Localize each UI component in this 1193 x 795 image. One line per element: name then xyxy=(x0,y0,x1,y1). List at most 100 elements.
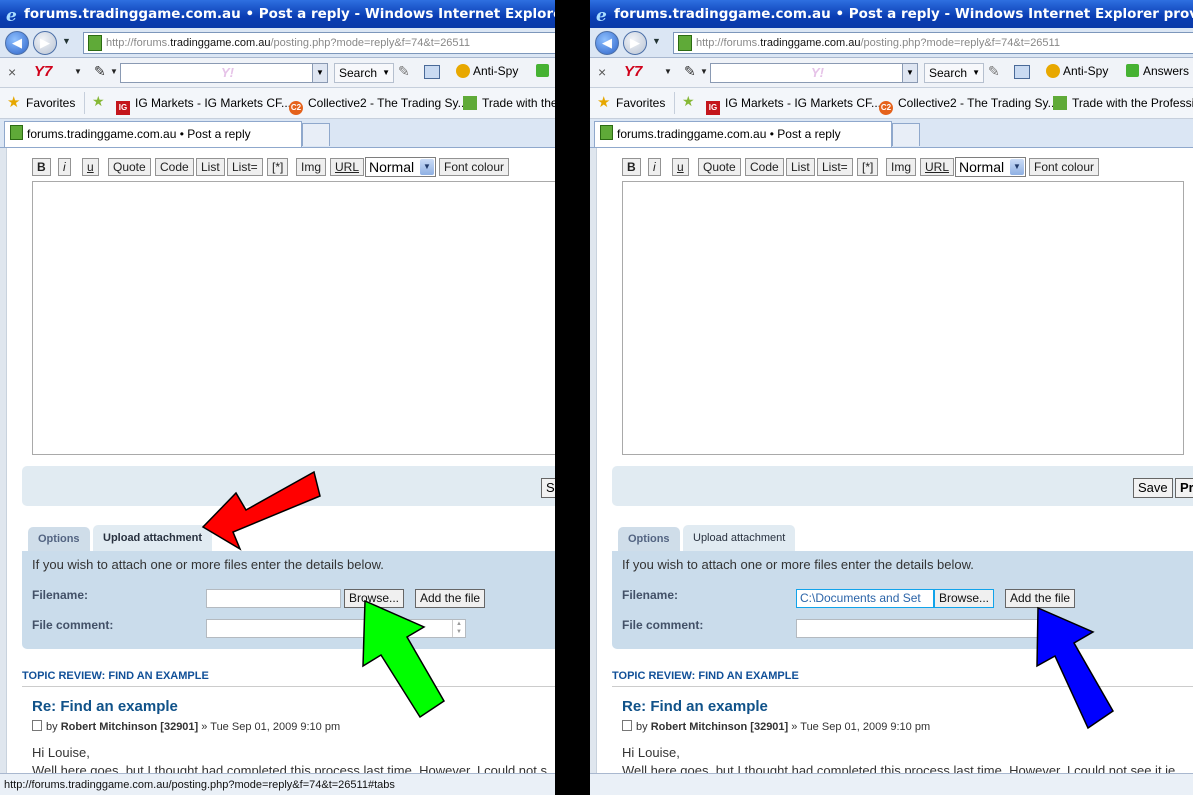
italic-button[interactable]: i xyxy=(58,158,71,176)
url-button[interactable]: URL xyxy=(330,158,365,176)
favorites-button[interactable]: Favorites xyxy=(616,96,665,110)
status-bar: http://forums.tradinggame.com.au/posting… xyxy=(0,773,555,795)
post-author[interactable]: Robert Mitchinson [32901] xyxy=(61,721,199,733)
browser-tab[interactable]: forums.tradinggame.com.au • Post a reply xyxy=(4,121,302,147)
list-item-button[interactable]: [*] xyxy=(267,158,289,176)
favorite-link-trade[interactable]: Trade with the xyxy=(463,96,555,110)
new-tab-button[interactable] xyxy=(892,123,920,146)
browse-button[interactable]: Browse... xyxy=(934,589,995,608)
chevron-down-icon[interactable]: ▼ xyxy=(312,64,327,82)
ie-logo-icon: e xyxy=(596,6,607,26)
toolbar-search-input[interactable]: Y! ▼ xyxy=(710,63,918,83)
font-size-select[interactable]: Normal ▼ xyxy=(365,157,436,177)
browser-tab[interactable]: forums.tradinggame.com.au • Post a reply xyxy=(594,121,892,147)
chevron-down-icon[interactable]: ▼ xyxy=(382,64,390,82)
answers-button[interactable] xyxy=(536,64,553,78)
layout-icon[interactable] xyxy=(424,65,440,79)
underline-button[interactable]: u xyxy=(672,158,689,176)
back-button[interactable]: ◀ xyxy=(595,31,619,55)
pencil-icon[interactable]: ✎ xyxy=(684,63,696,80)
favorite-link-ig[interactable]: IG IG Markets - IG Markets CF... xyxy=(116,96,291,115)
close-toolbar-icon[interactable]: × xyxy=(8,64,16,80)
address-input[interactable]: http://forums.tradinggame.com.au/posting… xyxy=(83,32,555,54)
post-author[interactable]: Robert Mitchinson [32901] xyxy=(651,721,789,733)
antispy-button[interactable]: Anti-Spy xyxy=(456,64,518,78)
img-button[interactable]: Img xyxy=(886,158,917,176)
toolbar-search-input[interactable]: Y! ▼ xyxy=(120,63,328,83)
highlight-icon[interactable]: ✎ xyxy=(988,63,1000,80)
quote-button[interactable]: Quote xyxy=(698,158,741,176)
list-button[interactable]: List xyxy=(786,158,815,176)
font-colour-button[interactable]: Font colour xyxy=(439,158,510,176)
code-button[interactable]: Code xyxy=(745,158,784,176)
history-dropdown-icon[interactable]: ▼ xyxy=(62,36,71,46)
pencil-icon[interactable]: ✎ xyxy=(94,63,106,80)
list-ordered-button[interactable]: List= xyxy=(817,158,853,176)
answers-button[interactable]: Answers xyxy=(1126,64,1189,78)
yahoo-search-logo: Y! xyxy=(221,65,234,80)
preview-button[interactable]: Pr xyxy=(1175,478,1193,498)
window-titlebar: e forums.tradinggame.com.au • Post a repl… xyxy=(0,0,555,28)
chevron-down-icon[interactable]: ▼ xyxy=(972,64,980,82)
favorites-button[interactable]: Favorites xyxy=(26,96,75,110)
list-button[interactable]: List xyxy=(196,158,225,176)
font-colour-button[interactable]: Font colour xyxy=(1029,158,1100,176)
list-item-button[interactable]: [*] xyxy=(857,158,879,176)
toolbar-search-button[interactable]: Search ▼ xyxy=(334,63,395,83)
chevron-down-icon[interactable]: ▼ xyxy=(110,67,118,76)
back-button[interactable]: ◀ xyxy=(5,31,29,55)
yahoo7-logo[interactable]: Y7 xyxy=(624,63,642,80)
tab-upload-attachment[interactable]: Upload attachment xyxy=(683,525,796,552)
history-dropdown-icon[interactable]: ▼ xyxy=(652,36,661,46)
underline-button[interactable]: u xyxy=(82,158,99,176)
url-button[interactable]: URL xyxy=(920,158,955,176)
save-button[interactable]: Save xyxy=(1133,478,1173,498)
bold-button[interactable]: B xyxy=(32,158,51,176)
toolbar-search-button[interactable]: Search ▼ xyxy=(924,63,985,83)
post-title[interactable]: Re: Find an example xyxy=(622,698,768,715)
new-tab-button[interactable] xyxy=(302,123,330,146)
favorite-link-collective2[interactable]: C2 Collective2 - The Trading Sy... xyxy=(879,96,1058,115)
save-button[interactable]: S xyxy=(541,478,555,498)
tab-options[interactable]: Options xyxy=(28,527,90,551)
bold-button[interactable]: B xyxy=(622,158,641,176)
add-favorite-icon[interactable]: ★ xyxy=(92,93,105,110)
tab-options[interactable]: Options xyxy=(618,527,680,551)
layout-icon[interactable] xyxy=(1014,65,1030,79)
favorite-link-collective2[interactable]: C2 Collective2 - The Trading Sy... xyxy=(289,96,468,115)
quote-button[interactable]: Quote xyxy=(108,158,151,176)
message-textarea[interactable] xyxy=(622,181,1184,455)
forward-button[interactable]: ▶ xyxy=(33,31,57,55)
list-ordered-button[interactable]: List= xyxy=(227,158,263,176)
file-comment-input[interactable]: ▲ ▼ xyxy=(206,619,466,638)
favorite-link-trade[interactable]: Trade with the Professiona xyxy=(1053,96,1193,110)
page-icon xyxy=(10,125,23,140)
file-comment-input[interactable] xyxy=(796,619,1056,638)
highlight-icon[interactable]: ✎ xyxy=(398,63,410,80)
chevron-down-icon[interactable]: ▼ xyxy=(902,64,917,82)
antispy-button[interactable]: Anti-Spy xyxy=(1046,64,1108,78)
chevron-down-icon[interactable]: ▼ xyxy=(664,67,672,76)
forward-button[interactable]: ▶ xyxy=(623,31,647,55)
tab-upload-attachment[interactable]: Upload attachment xyxy=(93,525,213,552)
italic-button[interactable]: i xyxy=(648,158,661,176)
filename-input[interactable] xyxy=(206,589,341,608)
browse-button[interactable]: Browse... xyxy=(344,589,405,608)
post-icon xyxy=(32,720,42,731)
add-file-button[interactable]: Add the file xyxy=(415,589,486,608)
address-input[interactable]: http://forums.tradinggame.com.au/posting… xyxy=(673,32,1193,54)
code-button[interactable]: Code xyxy=(155,158,194,176)
close-toolbar-icon[interactable]: × xyxy=(598,64,606,80)
add-favorite-icon[interactable]: ★ xyxy=(682,93,695,110)
chevron-down-icon[interactable]: ▼ xyxy=(700,67,708,76)
img-button[interactable]: Img xyxy=(296,158,327,176)
status-bar xyxy=(590,773,1193,795)
yahoo7-logo[interactable]: Y7 xyxy=(34,63,52,80)
message-textarea[interactable] xyxy=(32,181,555,455)
add-file-button[interactable]: Add the file xyxy=(1005,589,1076,608)
post-title[interactable]: Re: Find an example xyxy=(32,698,178,715)
chevron-down-icon[interactable]: ▼ xyxy=(74,67,82,76)
favorite-link-ig[interactable]: IG IG Markets - IG Markets CF... xyxy=(706,96,881,115)
font-size-select[interactable]: Normal ▼ xyxy=(955,157,1026,177)
filename-input[interactable]: C:\Documents and Set xyxy=(796,589,934,608)
